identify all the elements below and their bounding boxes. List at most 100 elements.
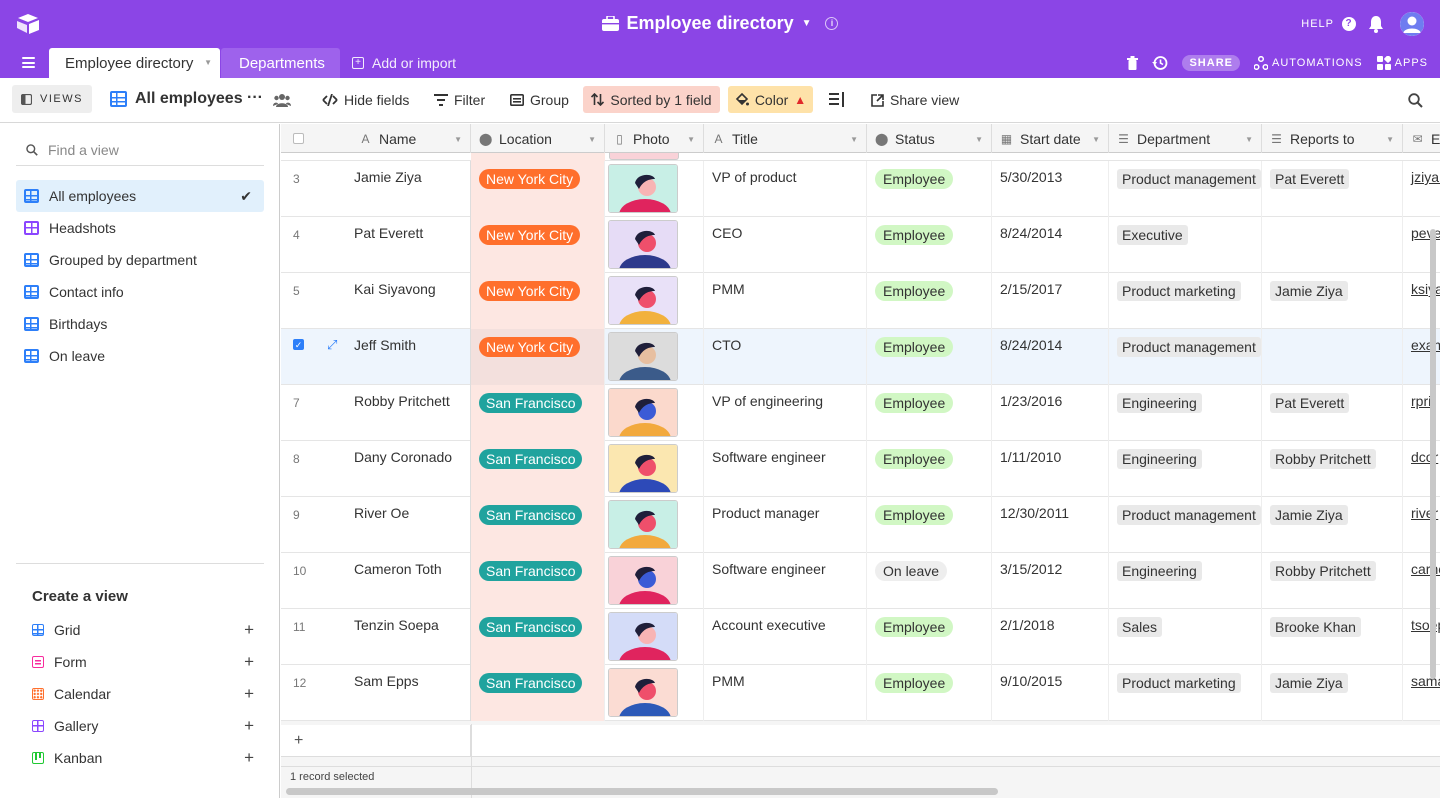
email-link[interactable]: jziya@ <box>1411 169 1440 185</box>
collaborators-icon[interactable] <box>273 93 291 107</box>
cell-status[interactable]: Employee <box>867 273 992 329</box>
cell-status[interactable]: Employee <box>867 161 992 217</box>
cell-reports-to[interactable]: Jamie Ziya <box>1262 497 1403 553</box>
info-icon[interactable]: i <box>825 17 839 30</box>
sidebar-item-birthdays[interactable]: Birthdays <box>16 308 264 340</box>
history-icon[interactable] <box>1152 55 1168 71</box>
header-photo[interactable]: ▯ Photo ▼ <box>605 124 704 153</box>
cell-reports-to[interactable] <box>1262 217 1403 273</box>
cell-location[interactable]: San Francisco <box>471 497 605 553</box>
cell-start-date[interactable]: 8/24/2014 <box>992 217 1109 273</box>
header-start-date[interactable]: ▦ Start date ▼ <box>992 124 1109 153</box>
cell-start-date[interactable]: 1/23/2016 <box>992 385 1109 441</box>
department-tag[interactable]: Product management <box>1117 169 1261 189</box>
cell-reports-to[interactable]: Jamie Ziya <box>1262 665 1403 721</box>
cell-email[interactable]: jziya@ <box>1403 161 1440 217</box>
photo-thumbnail[interactable] <box>608 164 678 213</box>
more-options-icon[interactable]: ··· <box>247 89 263 107</box>
photo-thumbnail[interactable] <box>608 444 678 493</box>
cell-title[interactable]: Product manager <box>704 497 867 553</box>
chevron-down-icon[interactable]: ▼ <box>687 135 695 144</box>
create-grid-view[interactable]: Grid + <box>32 614 254 646</box>
cell-title[interactable]: CEO <box>704 217 867 273</box>
department-tag[interactable]: Product management <box>1117 337 1261 357</box>
header-email[interactable]: ✉ Em <box>1403 124 1440 153</box>
create-form-view[interactable]: Form + <box>32 646 254 678</box>
cell-title[interactable]: PMM <box>704 665 867 721</box>
cell-department[interactable]: Engineering <box>1109 553 1262 609</box>
cell-location[interactable]: New York City <box>471 161 605 217</box>
manager-tag[interactable]: Robby Pritchett <box>1270 449 1376 469</box>
cell-status[interactable]: Employee <box>867 497 992 553</box>
cell-location[interactable]: San Francisco <box>471 553 605 609</box>
create-gallery-view[interactable]: Gallery + <box>32 710 254 742</box>
cell-department[interactable]: Product management <box>1109 329 1262 385</box>
header-status[interactable]: ⬤ Status ▼ <box>867 124 992 153</box>
filter-button[interactable]: Filter <box>434 92 485 108</box>
group-button[interactable]: Group <box>510 92 569 108</box>
cell-start-date[interactable]: 1/11/2010 <box>992 441 1109 497</box>
cell-reports-to[interactable]: Jamie Ziya <box>1262 273 1403 329</box>
select-all-checkbox[interactable] <box>293 133 304 144</box>
create-calendar-view[interactable]: Calendar + <box>32 678 254 710</box>
add-or-import-button[interactable]: + Add or import <box>352 55 456 71</box>
chevron-down-icon[interactable]: ▼ <box>1245 135 1253 144</box>
cell-status[interactable]: Employee <box>867 329 992 385</box>
department-tag[interactable]: Product marketing <box>1117 673 1241 693</box>
cell-location[interactable]: San Francisco <box>471 441 605 497</box>
sidebar-item-on-leave[interactable]: On leave <box>16 340 264 372</box>
photo-thumbnail[interactable] <box>608 668 678 717</box>
table-row[interactable]: 5 Kai Siyavong New York City PMM Employee 2/1… <box>281 273 1440 329</box>
cell-start-date[interactable]: 12/30/2011 <box>992 497 1109 553</box>
color-button[interactable]: Color ▲ <box>728 86 813 113</box>
table-row[interactable]: 12 Sam Epps San Francisco PMM Employee 9/10/2… <box>281 665 1440 721</box>
row-height-icon[interactable] <box>829 92 845 107</box>
plus-icon[interactable]: + <box>244 748 254 768</box>
cell-photo[interactable] <box>605 609 704 665</box>
cell-status[interactable]: Employee <box>867 609 992 665</box>
airtable-logo-icon[interactable] <box>16 13 40 35</box>
header-department[interactable]: ☰ Department ▼ <box>1109 124 1262 153</box>
cell-status[interactable]: Employee <box>867 217 992 273</box>
cell-title[interactable]: Software engineer <box>704 553 867 609</box>
photo-thumbnail[interactable] <box>608 500 678 549</box>
chevron-down-icon[interactable]: ▼ <box>1092 135 1100 144</box>
current-view[interactable]: All employees <box>110 90 243 108</box>
cell-reports-to[interactable]: Robby Pritchett <box>1262 553 1403 609</box>
user-avatar[interactable] <box>1400 12 1424 36</box>
column-header-name[interactable]: Name <box>379 131 416 147</box>
cell-status[interactable]: Employee <box>867 441 992 497</box>
cell-location[interactable]: New York City <box>471 217 605 273</box>
cell-photo[interactable] <box>605 665 704 721</box>
vertical-scrollbar[interactable] <box>1430 229 1436 679</box>
chevron-down-icon[interactable]: ▼ <box>1386 135 1394 144</box>
cell-department[interactable]: Product marketing <box>1109 273 1262 329</box>
cell-title[interactable]: Software engineer <box>704 441 867 497</box>
apps-button[interactable]: APPS <box>1376 56 1428 70</box>
cell-name[interactable]: 7 Robby Pritchett <box>281 385 471 441</box>
manager-tag[interactable]: Robby Pritchett <box>1270 561 1376 581</box>
header-reports-to[interactable]: ☰ Reports to ▼ <box>1262 124 1403 153</box>
cell-department[interactable]: Product management <box>1109 161 1262 217</box>
department-tag[interactable]: Sales <box>1117 617 1163 637</box>
cell-name[interactable]: 11 Tenzin Soepa <box>281 609 471 665</box>
cell-photo[interactable] <box>605 385 704 441</box>
views-toggle-button[interactable]: VIEWS <box>12 85 92 113</box>
cell-start-date[interactable]: 9/10/2015 <box>992 665 1109 721</box>
table-row[interactable]: 3 Jamie Ziya New York City VP of product Emp… <box>281 161 1440 217</box>
share-button[interactable]: SHARE <box>1182 55 1240 71</box>
table-row[interactable]: 8 Dany Coronado San Francisco Software engi… <box>281 441 1440 497</box>
table-row[interactable]: 11 Tenzin Soepa San Francisco Account execu… <box>281 609 1440 665</box>
horizontal-scrollbar[interactable] <box>286 788 998 795</box>
manager-tag[interactable]: Jamie Ziya <box>1270 673 1348 693</box>
automations-button[interactable]: AUTOMATIONS <box>1253 56 1363 70</box>
photo-thumbnail[interactable] <box>608 612 678 661</box>
photo-thumbnail[interactable] <box>608 276 678 325</box>
header-location[interactable]: ⬤ Location ▼ <box>471 124 605 153</box>
cell-name[interactable]: 8 Dany Coronado <box>281 441 471 497</box>
table-row[interactable]: 7 Robby Pritchett San Francisco VP of engin… <box>281 385 1440 441</box>
cell-location[interactable]: New York City <box>471 329 605 385</box>
manager-tag[interactable]: Pat Everett <box>1270 393 1350 413</box>
department-tag[interactable]: Engineering <box>1117 393 1202 413</box>
cell-start-date[interactable]: 3/15/2012 <box>992 553 1109 609</box>
